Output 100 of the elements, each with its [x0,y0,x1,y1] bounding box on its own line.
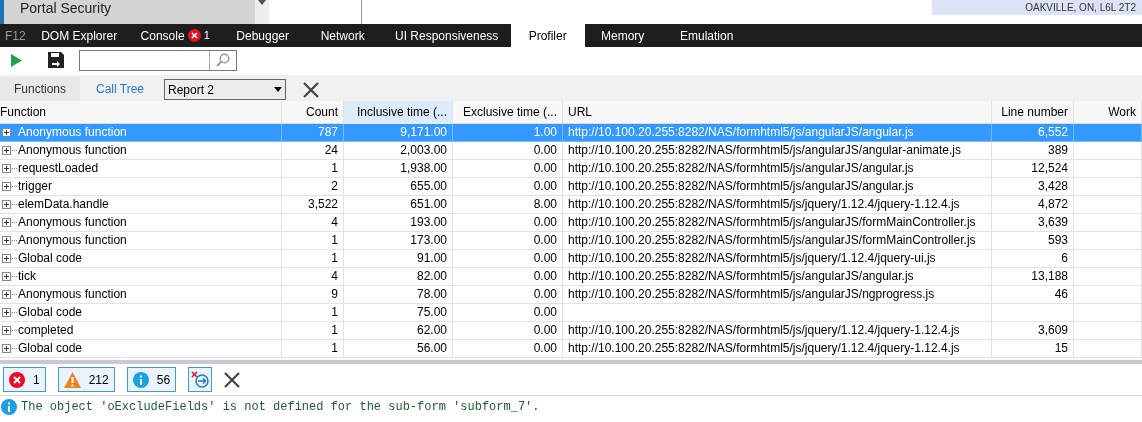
error-icon [187,29,201,42]
play-icon[interactable] [10,53,22,67]
line-number: 15 [1054,341,1068,355]
error-filter-button[interactable]: 1 [3,367,46,392]
function-name: Global code [18,304,83,321]
close-icon[interactable] [224,371,241,388]
url-text: http://10.100.20.255:8282/NAS/formhtml5/js/angularJS/angular.js [568,179,914,193]
function-name: Global code [18,250,83,267]
url-text: http://10.100.20.255:8282/NAS/formhtml5/js/jquery/1.12.4/jquery-1.12.4.js [568,197,960,211]
error-count: 1 [203,28,210,44]
table-row[interactable]: tick 4 82.00 0.00 http://10.100.20.255:8282/NAS/formhtml5/js/angularJS/angular.js 13,188 [0,268,1142,286]
expand-icon[interactable] [2,164,11,173]
report-dropdown[interactable]: Report 2 [164,79,286,100]
table-row[interactable]: Global code 1 91.00 0.00 http://10.100.20.255:8282/NAS/formhtml5/js/jquery/1.12.4/jquery-ui.js 6 [0,250,1142,268]
function-name: Anonymous function [18,142,127,159]
call-count: 4 [331,269,338,283]
inclusive-time: 173.00 [410,233,447,247]
function-name: completed [18,322,74,339]
exclusive-time: 8.00 [533,197,557,211]
devtools-tab[interactable]: Profiler [510,24,585,47]
inclusive-time: 9,171.00 [400,125,447,139]
function-name: elemData.handle [18,196,109,213]
call-count: 787 [317,125,338,139]
function-name: Anonymous function [18,124,127,141]
exclusive-time: 0.00 [533,251,557,265]
view-tab[interactable]: Functions [0,77,80,101]
devtools-tab[interactable]: Emulation [660,24,753,47]
line-number: 6 [1061,251,1068,265]
function-name: requestLoaded [18,160,99,177]
save-icon[interactable] [48,52,64,68]
exclusive-time: 0.00 [533,287,557,301]
devtools-tab[interactable]: Memory [584,24,661,47]
function-name: Anonymous function [18,286,127,303]
error-icon [9,371,25,388]
inclusive-time: 78.00 [416,287,447,301]
url-text: http://10.100.20.255:8282/NAS/formhtml5/js/angularJS/angular.js [568,269,914,283]
function-name: trigger [18,178,52,195]
exclusive-time: 0.00 [533,179,557,193]
call-count: 1 [331,305,338,319]
column-header[interactable]: Inclusive time (... [344,101,453,124]
line-number: 6,552 [1037,125,1068,139]
warning-filter-button[interactable]: 212 [57,367,115,392]
f12-label: F12 [4,27,27,45]
table-row[interactable]: Anonymous function 24 2,003.00 0.00 http://10.100.20.255:8282/NAS/formhtml5/js/angularJS/angular-animate.js 389 [0,142,1142,160]
caret-icon[interactable] [258,0,266,5]
expand-icon[interactable] [2,182,11,191]
table-row[interactable]: trigger 2 655.00 0.00 http://10.100.20.255:8282/NAS/formhtml5/js/angularJS/angular.js 3,428 [0,178,1142,196]
expand-icon[interactable] [2,236,11,245]
expand-icon[interactable] [2,254,11,263]
table-row[interactable]: Anonymous function 4 193.00 0.00 http://10.100.20.255:8282/NAS/formhtml5/js/angularJS/formMainController.js 3,639 [0,214,1142,232]
address-text: OAKVILLE, ON, L6L 2T2 [1025,1,1136,14]
expand-icon[interactable] [2,128,11,137]
expand-icon[interactable] [2,326,11,335]
info-filter-button[interactable]: 56 [126,367,177,392]
expand-icon[interactable] [2,200,11,209]
line-number: 46 [1054,287,1068,301]
inclusive-time: 56.00 [416,341,447,355]
function-name: Global code [18,340,83,357]
devtools-tab[interactable]: Network [302,24,383,47]
expand-icon[interactable] [2,290,11,299]
clear-on-navigate-button[interactable] [188,367,213,392]
info-icon [1,398,17,415]
devtools-tab[interactable]: DOM Explorer [30,24,128,47]
expand-icon[interactable] [2,344,11,353]
call-count: 24 [324,143,338,157]
table-row[interactable]: Anonymous function 9 78.00 0.00 http://10.100.20.255:8282/NAS/formhtml5/js/angularJS/ngprogress.js 46 [0,286,1142,304]
table-row[interactable]: Anonymous function 1 173.00 0.00 http://10.100.20.255:8282/NAS/formhtml5/js/angularJS/formMainController.js 593 [0,232,1142,250]
call-count: 4 [331,215,338,229]
console-message: The object 'oExcludeFields' is not defined for the sub-form 'subform_7'. [21,398,540,416]
exclusive-time: 0.00 [533,233,557,247]
table-row[interactable]: Global code 1 75.00 0.00 [0,304,1142,322]
url-text: http://10.100.20.255:8282/NAS/formhtml5/js/angularJS/angular.js [568,161,914,175]
warning-icon [63,371,81,388]
call-count: 1 [331,251,338,265]
url-text: http://10.100.20.255:8282/NAS/formhtml5/js/jquery/1.12.4/jquery-1.12.4.js [568,341,960,355]
exclusive-time: 0.00 [533,305,557,319]
line-number: 389 [1047,143,1068,157]
table-row[interactable]: requestLoaded 1 1,938.00 0.00 http://10.100.20.255:8282/NAS/formhtml5/js/angularJS/angular.js 12,524 [0,160,1142,178]
table-row[interactable]: completed 1 62.00 0.00 http://10.100.20.255:8282/NAS/formhtml5/js/jquery/1.12.4/jquery-1.12.4.js 3,609 [0,322,1142,340]
line-number: 12,524 [1031,161,1068,175]
url-text: http://10.100.20.255:8282/NAS/formhtml5/js/jquery/1.12.4/jquery-ui.js [568,251,936,265]
url-text: http://10.100.20.255:8282/NAS/formhtml5/js/angularJS/formMainController.js [568,233,976,247]
line-number: 13,188 [1031,269,1068,283]
info-icon [132,371,149,388]
expand-icon[interactable] [2,272,11,281]
inclusive-time: 82.00 [416,269,447,283]
table-row[interactable]: Global code 1 56.00 0.00 http://10.100.20.255:8282/NAS/formhtml5/js/jquery/1.12.4/jquery-1.12.4.js 15 [0,340,1142,358]
exclusive-time: 0.00 [533,161,557,175]
search-field[interactable] [79,49,237,71]
close-icon[interactable] [303,82,319,98]
arrow-circle-icon [191,371,210,388]
devtools-tab[interactable]: Console 1 [127,24,223,47]
table-row[interactable]: elemData.handle 3,522 651.00 8.00 http://10.100.20.255:8282/NAS/formhtml5/js/jquery/1.12.4/jquery-1.12.4.js 4,872 [0,196,1142,214]
devtools-tab[interactable]: UI Responsiveness [382,24,511,47]
expand-icon[interactable] [2,308,11,317]
call-count: 1 [331,233,338,247]
devtools-tab[interactable]: Debugger [222,24,303,47]
search-icon[interactable] [216,53,230,67]
expand-icon[interactable] [2,146,11,155]
expand-icon[interactable] [2,218,11,227]
